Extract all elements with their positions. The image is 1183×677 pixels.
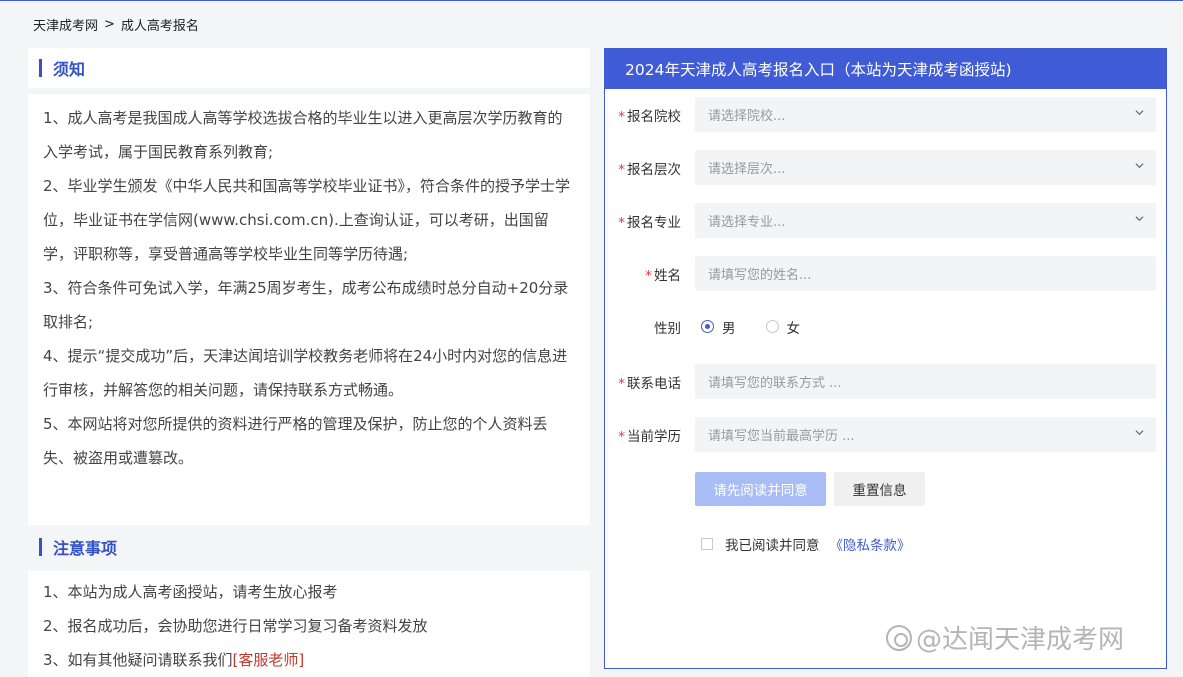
notice-item: 1、成人高考是我国成人高等学校选拔合格的毕业生以进入更高层次学历教育的入学考试，… — [43, 109, 563, 161]
notice-item: 4、提示“提交成功”后，天津达闻培训学校教务老师将在24小时内对您的信息进行审核… — [43, 347, 568, 399]
level-row: * 报名层次 请选择层次... — [605, 150, 1166, 185]
phone-label-text: 联系电话 — [627, 375, 681, 392]
education-label-text: 当前学历 — [627, 428, 681, 445]
phone-input[interactable]: 请填写您的联系方式 ... — [695, 364, 1156, 399]
level-label: * 报名层次 — [605, 158, 695, 178]
gender-male-label[interactable]: 男 — [722, 317, 736, 337]
major-label-text: 报名专业 — [627, 214, 681, 231]
phone-label: * 联系电话 — [605, 372, 695, 392]
gender-female-label[interactable]: 女 — [787, 317, 801, 337]
form-title: 2024年天津成人高考报名入口（本站为天津成考函授站) — [605, 49, 1166, 89]
education-placeholder: 请填写您当前最高学历 ... — [708, 429, 855, 444]
breadcrumb-separator: > — [104, 17, 115, 32]
major-placeholder: 请选择专业... — [708, 215, 786, 230]
notice-header: 须知 — [28, 48, 590, 88]
breadcrumb-home-link[interactable]: 天津成考网 — [33, 15, 98, 34]
level-label-text: 报名层次 — [627, 161, 681, 178]
education-select[interactable]: 请填写您当前最高学历 ... — [695, 417, 1156, 452]
section-bar — [39, 537, 42, 556]
education-row: * 当前学历 请填写您当前最高学历 ... — [605, 417, 1166, 452]
major-label: * 报名专业 — [605, 211, 695, 231]
gender-row: 性别 男 女 — [605, 309, 1166, 344]
agree-checkbox[interactable] — [701, 538, 713, 550]
attention-title: 注意事项 — [53, 538, 118, 558]
notice-item: 2、毕业学生颁发《中华人民共和国高等学校毕业证书》，符合条件的授予学士学位，毕业… — [43, 177, 571, 263]
breadcrumb-current: 成人高考报名 — [120, 19, 199, 34]
attention-body: 1、本站为成人高考函授站，请考生放心报考 2、报名成功后，会协助您进行日常学习复… — [28, 571, 590, 677]
chevron-down-icon — [1135, 216, 1144, 222]
attention-item: 1、本站为成人高考函授站，请考生放心报考 — [43, 583, 338, 601]
notice-item: 5、本网站将对您所提供的资料进行严格的管理及保护，防止您的个人资料丢失、被盗用或… — [43, 415, 548, 467]
required-mark: * — [645, 267, 652, 284]
gender-label: 性别 — [654, 320, 681, 337]
attention-header: 注意事项 — [28, 525, 590, 568]
required-mark: * — [618, 161, 625, 178]
agree-row: 我已阅读并同意 《隐私条款》 — [701, 534, 911, 554]
major-row: * 报名专业 请选择专业... — [605, 203, 1166, 238]
agree-text[interactable]: 我已阅读并同意 — [725, 534, 820, 554]
gender-female-radio[interactable] — [765, 320, 779, 333]
name-row: * 姓名 请填写您的姓名... — [605, 256, 1166, 291]
required-mark: * — [618, 428, 625, 445]
attention-item-text: 3、如有其他疑问请联系我们 — [43, 651, 233, 669]
phone-row: * 联系电话 请填写您的联系方式 ... — [605, 364, 1166, 399]
required-mark: * — [618, 108, 625, 125]
notice-body: 1、成人高考是我国成人高等学校选拔合格的毕业生以进入更高层次学历教育的入学考试，… — [28, 94, 590, 525]
chevron-down-icon — [1135, 163, 1144, 169]
name-label-text: 姓名 — [654, 267, 681, 284]
required-mark: * — [618, 375, 625, 392]
registration-form: 2024年天津成人高考报名入口（本站为天津成考函授站) * 报名院校 请选择院校.… — [604, 48, 1167, 669]
name-label: * 姓名 — [605, 264, 695, 284]
notice-title: 须知 — [53, 60, 86, 79]
breadcrumb: 天津成考网 > 成人高考报名 — [33, 15, 199, 34]
major-select[interactable]: 请选择专业... — [695, 203, 1156, 238]
school-label-text: 报名院校 — [627, 108, 681, 125]
privacy-link[interactable]: 《隐私条款》 — [830, 534, 911, 554]
name-placeholder: 请填写您的姓名... — [708, 268, 812, 283]
level-placeholder: 请选择层次... — [708, 162, 786, 177]
school-label: * 报名院校 — [605, 105, 695, 125]
section-bar — [39, 59, 42, 77]
required-mark: * — [618, 214, 625, 231]
chevron-down-icon — [1135, 110, 1144, 116]
chevron-down-icon — [1135, 430, 1144, 436]
gender-radio-group: 男 女 — [701, 317, 800, 337]
school-placeholder: 请选择院校... — [708, 109, 786, 124]
submit-button[interactable]: 请先阅读并同意 — [695, 472, 826, 506]
school-select[interactable]: 请选择院校... — [695, 97, 1156, 132]
attention-item: 3、如有其他疑问请联系我们[客服老师] — [43, 643, 575, 677]
attention-item: 2、报名成功后，会协助您进行日常学习复习备考资料发放 — [43, 617, 428, 635]
info-panel: 须知 1、成人高考是我国成人高等学校选拔合格的毕业生以进入更高层次学历教育的入学… — [28, 48, 590, 677]
watermark: @达闻天津成考网 — [886, 619, 1124, 656]
phone-placeholder: 请填写您的联系方式 ... — [708, 376, 842, 391]
name-input[interactable]: 请填写您的姓名... — [695, 256, 1156, 291]
gender-male-radio[interactable] — [701, 320, 714, 333]
level-select[interactable]: 请选择层次... — [695, 150, 1156, 185]
education-label: * 当前学历 — [605, 425, 695, 445]
customer-service-link[interactable]: [客服老师] — [233, 651, 305, 669]
school-row: * 报名院校 请选择院校... — [605, 97, 1166, 132]
watermark-logo-icon — [886, 624, 912, 651]
reset-button[interactable]: 重置信息 — [834, 472, 925, 506]
watermark-text: @达闻天津成考网 — [916, 625, 1125, 655]
notice-item: 3、符合条件可免试入学，年满25周岁考生，成考公布成绩时总分自动+20分录取排名… — [43, 279, 569, 331]
